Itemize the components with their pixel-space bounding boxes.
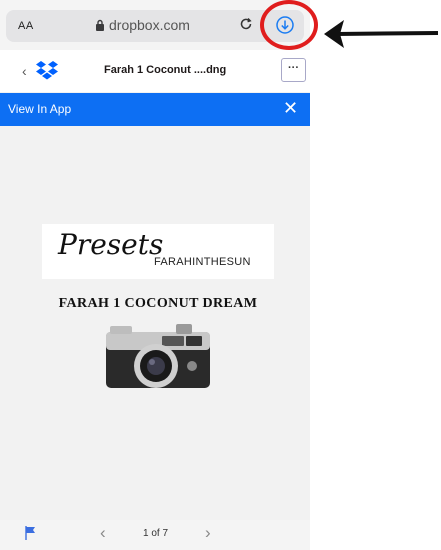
preset-title: FARAH 1 COCONUT DREAM [58, 296, 258, 311]
file-name: Farah 1 Coconut ....dng [104, 64, 227, 76]
back-chevron-icon[interactable]: ‹ [22, 63, 27, 79]
reload-icon[interactable] [237, 15, 255, 33]
annotation-circle [260, 0, 318, 50]
previous-page-button[interactable]: ‹ [100, 523, 106, 543]
lock-icon [95, 19, 105, 31]
more-options-button[interactable]: ··· [281, 58, 306, 82]
view-in-app-banner[interactable]: View In App ✕ [0, 93, 310, 126]
brand-label: FARAHINTHESUN [154, 256, 251, 268]
dropbox-header: ‹ Farah 1 Coconut ....dng ··· [0, 50, 310, 92]
text-size-button[interactable]: AA [18, 20, 34, 32]
flag-icon[interactable] [24, 525, 38, 541]
camera-image [102, 322, 214, 394]
preset-cover: Presets FARAHINTHESUN FARAH 1 COCONUT DR… [40, 224, 276, 550]
document-preview: Presets FARAHINTHESUN FARAH 1 COCONUT DR… [0, 126, 310, 550]
bottom-toolbar: ‹ 1 of 7 › [0, 520, 310, 550]
annotation-arrow-icon [322, 14, 440, 50]
close-icon[interactable]: ✕ [283, 98, 298, 119]
presets-heading-box: Presets FARAHINTHESUN [42, 224, 274, 279]
view-in-app-label[interactable]: View In App [8, 102, 71, 116]
next-page-button[interactable]: › [205, 523, 211, 543]
page-indicator: 1 of 7 [143, 528, 169, 539]
phone-screen: AA dropbox.com ‹ Farah 1 Coconut ....dng… [0, 0, 310, 550]
domain-label: dropbox.com [109, 17, 190, 33]
presets-script-text: Presets [58, 228, 164, 261]
dropbox-logo-icon[interactable] [34, 60, 60, 82]
